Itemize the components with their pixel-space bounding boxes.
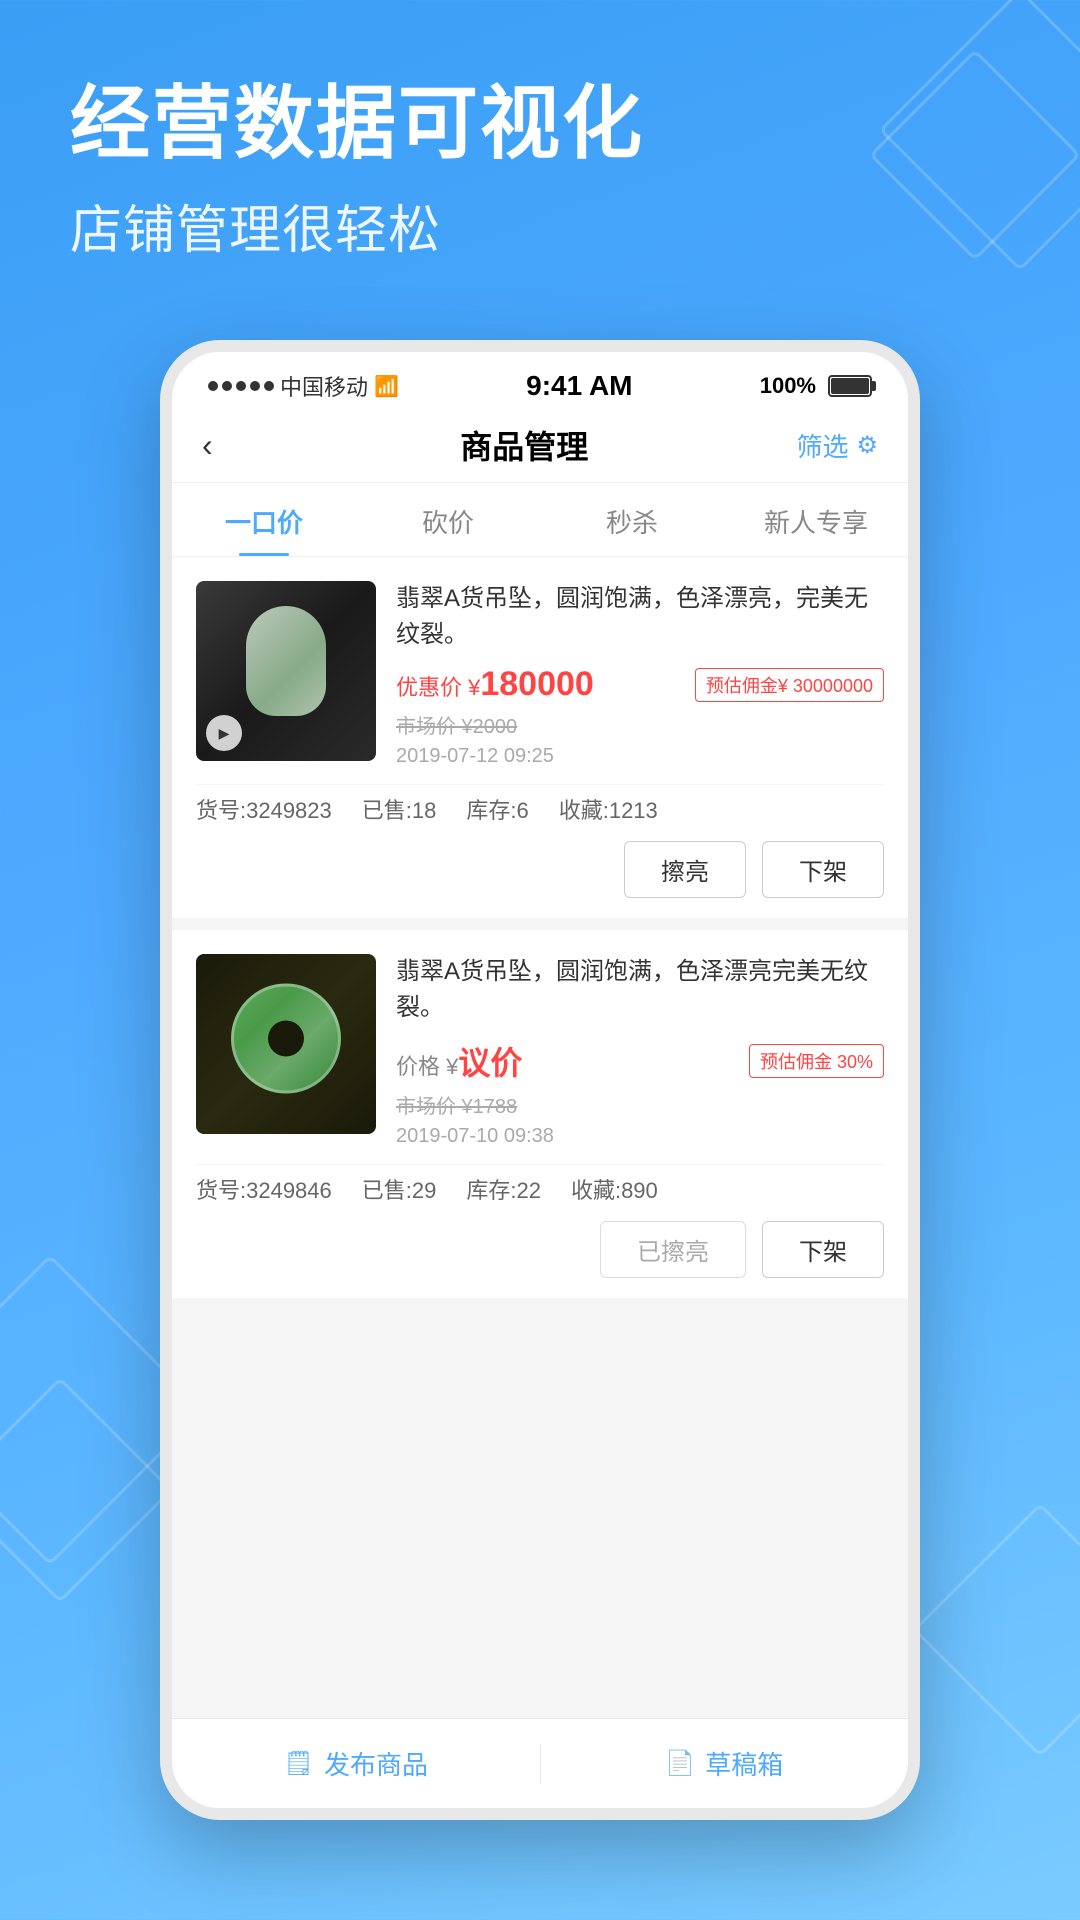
signal-dot-3 — [236, 381, 246, 391]
estimate-badge-1: 预估佣金¥ 30000000 — [695, 668, 884, 702]
status-time: 9:41 AM — [526, 370, 632, 402]
sold-1: 已售:18 — [362, 793, 437, 825]
product-name-2: 翡翠A货吊坠，圆润饱满，色泽漂亮完美无纹裂。 — [396, 954, 884, 1026]
main-title: 经营数据可视化 — [70, 80, 1010, 168]
product-info-1: 翡翠A货吊坠，圆润饱满，色泽漂亮，完美无纹裂。 优惠价 ¥ 180000 预估佣… — [396, 581, 884, 768]
price-row-2: 价格 ¥ 议价 预估佣金 30% — [396, 1038, 884, 1084]
jade-donut-2 — [231, 984, 341, 1094]
tab-bar: 一口价 砍价 秒杀 新人专享 — [172, 483, 908, 557]
phone-mockup: 中国移动 📶 9:41 AM 100% ‹ 商品管理 筛选 ⚙ 一口价 砍价 秒… — [160, 340, 920, 1820]
product-card-1: ▶ 翡翠A货吊坠，圆润饱满，色泽漂亮，完美无纹裂。 优惠价 ¥ 180000 预… — [172, 557, 908, 918]
collect-2: 收藏:890 — [571, 1173, 658, 1205]
draft-button[interactable]: 📄 草稿箱 — [541, 1719, 909, 1808]
product-card-2: 翡翠A货吊坠，圆润饱满，色泽漂亮完美无纹裂。 价格 ¥ 议价 预估佣金 30% … — [172, 930, 908, 1298]
bottom-bar: 🗒 发布商品 📄 草稿箱 — [172, 1718, 908, 1808]
polish-button-2[interactable]: 已擦亮 — [600, 1221, 746, 1278]
tab-shanjia[interactable]: 砍价 — [356, 483, 540, 556]
stock-1: 库存:6 — [466, 793, 528, 825]
estimate-badge-2: 预估佣金 30% — [749, 1044, 884, 1078]
product-actions-2: 已擦亮 下架 — [196, 1221, 884, 1278]
product-info-2: 翡翠A货吊坠，圆润饱满，色泽漂亮完美无纹裂。 价格 ¥ 议价 预估佣金 30% … — [396, 954, 884, 1148]
filter-label: 筛选 — [796, 427, 848, 464]
market-price-1: 市场价 ¥2000 — [396, 710, 884, 739]
product-meta-2: 货号:3249846 已售:29 库存:22 收藏:890 — [196, 1164, 884, 1205]
jade-body-1 — [246, 606, 326, 716]
status-right: 100% — [760, 373, 872, 399]
item-no-1: 货号:3249823 — [196, 793, 332, 825]
battery-inner — [831, 378, 869, 394]
tab-xinren[interactable]: 新人专享 — [724, 483, 908, 556]
price-label-2: 价格 ¥ — [396, 1049, 458, 1081]
jade-shape-1 — [236, 606, 336, 736]
filter-icon: ⚙ — [856, 431, 878, 460]
signal-dots — [208, 381, 274, 391]
wifi-icon: 📶 — [374, 374, 399, 399]
battery-tip — [872, 381, 876, 391]
publish-icon: 🗒 — [284, 1749, 314, 1778]
item-no-2: 货号:3249846 — [196, 1173, 332, 1205]
price-value-1: 180000 — [480, 665, 593, 704]
product-actions-1: 擦亮 下架 — [196, 841, 884, 898]
publish-label: 发布商品 — [324, 1745, 428, 1782]
collect-1: 收藏:1213 — [559, 793, 658, 825]
product-date-1: 2019-07-12 09:25 — [396, 745, 884, 768]
tab-miaosha[interactable]: 秒杀 — [540, 483, 724, 556]
product-main-2: 翡翠A货吊坠，圆润饱满，色泽漂亮完美无纹裂。 价格 ¥ 议价 预估佣金 30% … — [196, 954, 884, 1148]
play-button-1[interactable]: ▶ — [206, 715, 242, 751]
nav-bar: ‹ 商品管理 筛选 ⚙ — [172, 412, 908, 483]
product-name-1: 翡翠A货吊坠，圆润饱满，色泽漂亮，完美无纹裂。 — [396, 581, 884, 653]
price-row-1: 优惠价 ¥ 180000 预估佣金¥ 30000000 — [396, 665, 884, 704]
bg-decoration-5 — [913, 1503, 1080, 1758]
stock-2: 库存:22 — [466, 1173, 541, 1205]
signal-dot-2 — [222, 381, 232, 391]
product-main-1: ▶ 翡翠A货吊坠，圆润饱满，色泽漂亮，完美无纹裂。 优惠价 ¥ 180000 预… — [196, 581, 884, 768]
delist-button-1[interactable]: 下架 — [762, 841, 884, 898]
battery-bar — [824, 375, 872, 397]
header-section: 经营数据可视化 店铺管理很轻松 — [70, 80, 1010, 263]
market-price-2: 市场价 ¥1788 — [396, 1090, 884, 1119]
draft-label: 草稿箱 — [705, 1745, 783, 1782]
product-image-2[interactable] — [196, 954, 376, 1134]
back-button[interactable]: ‹ — [202, 427, 252, 464]
product-image-1[interactable]: ▶ — [196, 581, 376, 761]
publish-button[interactable]: 🗒 发布商品 — [172, 1719, 540, 1808]
nav-title: 商品管理 — [460, 422, 588, 468]
signal-dot-4 — [250, 381, 260, 391]
status-bar: 中国移动 📶 9:41 AM 100% — [172, 352, 908, 412]
sub-title: 店铺管理很轻松 — [70, 188, 1010, 263]
battery-outer — [828, 375, 872, 397]
price-label-1: 优惠价 ¥ — [396, 670, 480, 702]
delist-button-2[interactable]: 下架 — [762, 1221, 884, 1278]
tab-yikoujia[interactable]: 一口价 — [172, 483, 356, 556]
sold-2: 已售:29 — [362, 1173, 437, 1205]
filter-button[interactable]: 筛选 ⚙ — [796, 427, 878, 464]
polish-button-1[interactable]: 擦亮 — [624, 841, 746, 898]
draft-icon: 📄 — [665, 1749, 695, 1778]
status-left: 中国移动 📶 — [208, 370, 399, 402]
product-list: ▶ 翡翠A货吊坠，圆润饱满，色泽漂亮，完美无纹裂。 优惠价 ¥ 180000 预… — [172, 557, 908, 1793]
carrier-name: 中国移动 — [280, 370, 368, 402]
battery-percent: 100% — [760, 373, 816, 399]
signal-dot-1 — [208, 381, 218, 391]
product-meta-1: 货号:3249823 已售:18 库存:6 收藏:1213 — [196, 784, 884, 825]
price-value-2: 议价 — [458, 1038, 522, 1084]
product-date-2: 2019-07-10 09:38 — [396, 1125, 884, 1148]
signal-dot-5 — [264, 381, 274, 391]
empty-area — [172, 1310, 908, 1350]
